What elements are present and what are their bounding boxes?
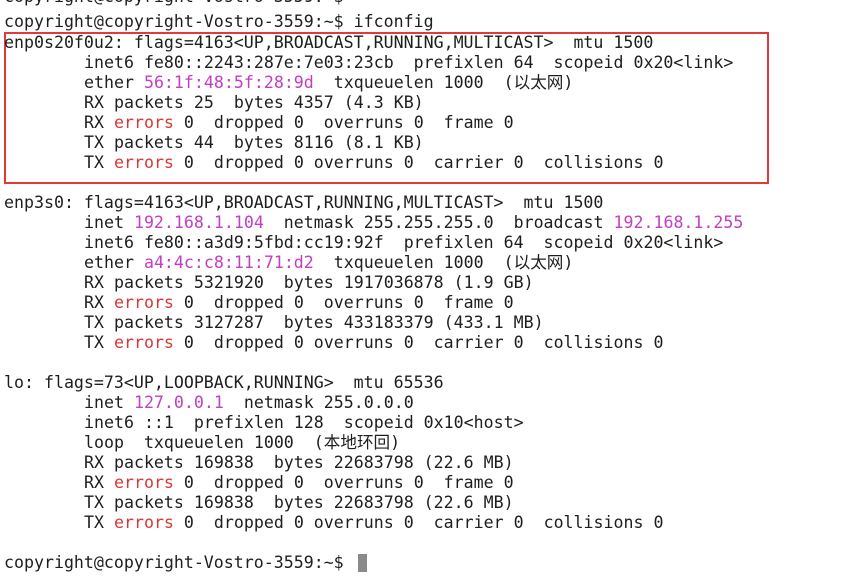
errors-word: errors: [113, 333, 174, 352]
interface-header: enp0s20f0u2: flags=4163<UP,BROADCAST,RUN…: [4, 33, 654, 52]
tx-packets-line: TX packets 3127287 bytes 433183379 (433.…: [84, 313, 544, 332]
tx-error-details: 0 dropped 0 overruns 0 carrier 0 collisi…: [173, 153, 664, 172]
ether-line: ether a4:4c:c8:11:71:d2 txqueuelen 1000 …: [84, 253, 573, 273]
inet6-line: inet6 fe80::2243:287e:7e03:23cb prefixle…: [84, 53, 734, 72]
tx-errors-line: TX errors 0 dropped 0 overruns 0 carrier…: [84, 513, 663, 533]
inet6-line: inet6 ::1 prefixlen 128 scopeid 0x10<hos…: [84, 413, 524, 432]
errors-word: errors: [113, 293, 174, 312]
inet-line: inet 127.0.0.1 netmask 255.0.0.0: [84, 393, 414, 413]
prompt-line-previous: copyright@copyright-Vostro-3559:~$: [4, 0, 344, 7]
errors-word: errors: [113, 153, 174, 172]
tx-label: TX: [84, 333, 114, 352]
ip-address: 127.0.0.1: [133, 393, 224, 412]
tx-errors-line: TX errors 0 dropped 0 overruns 0 carrier…: [84, 153, 663, 173]
tx-errors-line: TX errors 0 dropped 0 overruns 0 carrier…: [84, 333, 663, 353]
mac-address: 56:1f:48:5f:28:9d: [143, 73, 314, 92]
rx-label: RX: [84, 113, 114, 132]
command-text: ifconfig: [353, 12, 434, 31]
broadcast-address: 192.168.1.255: [613, 213, 744, 232]
rx-packets-line: RX packets 25 bytes 4357 (4.3 KB): [84, 93, 424, 112]
rx-error-details: 0 dropped 0 overruns 0 frame 0: [173, 473, 514, 492]
rx-label: RX: [84, 473, 114, 492]
tx-label: TX: [84, 153, 114, 172]
interface-header: lo: flags=73<UP,LOOPBACK,RUNNING> mtu 65…: [4, 373, 444, 392]
command-line: copyright@copyright-Vostro-3559:~$ ifcon…: [4, 12, 434, 32]
rx-packets-line: RX packets 169838 bytes 22683798 (22.6 M…: [84, 453, 514, 472]
tx-error-details: 0 dropped 0 overruns 0 carrier 0 collisi…: [173, 513, 664, 532]
tx-packets-line: TX packets 44 bytes 8116 (8.1 KB): [84, 133, 424, 152]
rx-error-details: 0 dropped 0 overruns 0 frame 0: [173, 113, 514, 132]
inet6-line: inet6 fe80::a3d9:5fbd:cc19:92f prefixlen…: [84, 233, 724, 252]
inet-label: inet: [84, 393, 134, 412]
errors-word: errors: [113, 473, 174, 492]
tx-error-details: 0 dropped 0 overruns 0 carrier 0 collisi…: [173, 333, 664, 352]
terminal-window[interactable]: copyright@copyright-Vostro-3559:~$ copyr…: [0, 0, 843, 579]
interface-header: enp3s0: flags=4163<UP,BROADCAST,RUNNING,…: [4, 193, 604, 212]
inet-line: inet 192.168.1.104 netmask 255.255.255.0…: [84, 213, 743, 233]
rx-errors-line: RX errors 0 dropped 0 overruns 0 frame 0: [84, 293, 514, 313]
ether-line: ether 56:1f:48:5f:28:9d txqueuelen 1000 …: [84, 73, 573, 93]
errors-word: errors: [113, 113, 174, 132]
ip-address: 192.168.1.104: [133, 213, 264, 232]
loop-line: loop txqueuelen 1000 (本地环回): [84, 433, 401, 452]
text-cursor: [357, 553, 367, 572]
ether-label: ether: [84, 253, 144, 272]
mac-address: a4:4c:c8:11:71:d2: [143, 253, 314, 272]
tx-packets-line: TX packets 169838 bytes 22683798 (22.6 M…: [84, 493, 514, 512]
ether-details: txqueuelen 1000 (以太网): [313, 253, 574, 272]
netmask-text: netmask 255.0.0.0: [223, 393, 414, 412]
rx-errors-line: RX errors 0 dropped 0 overruns 0 frame 0: [84, 113, 514, 133]
errors-word: errors: [113, 513, 174, 532]
netmask-text: netmask 255.255.255.0 broadcast: [263, 213, 614, 232]
ether-label: ether: [84, 73, 144, 92]
rx-errors-line: RX errors 0 dropped 0 overruns 0 frame 0: [84, 473, 514, 493]
rx-packets-line: RX packets 5321920 bytes 1917036878 (1.9…: [84, 273, 534, 292]
tx-label: TX: [84, 513, 114, 532]
inet-label: inet: [84, 213, 134, 232]
rx-label: RX: [84, 293, 114, 312]
rx-error-details: 0 dropped 0 overruns 0 frame 0: [173, 293, 514, 312]
ether-details: txqueuelen 1000 (以太网): [313, 73, 574, 92]
prompt-text: copyright@copyright-Vostro-3559:~$: [4, 553, 344, 572]
prompt-line[interactable]: copyright@copyright-Vostro-3559:~$: [4, 553, 367, 573]
prompt-text: copyright@copyright-Vostro-3559:~$: [4, 0, 344, 6]
prompt-text: copyright@copyright-Vostro-3559:~$: [4, 12, 344, 31]
